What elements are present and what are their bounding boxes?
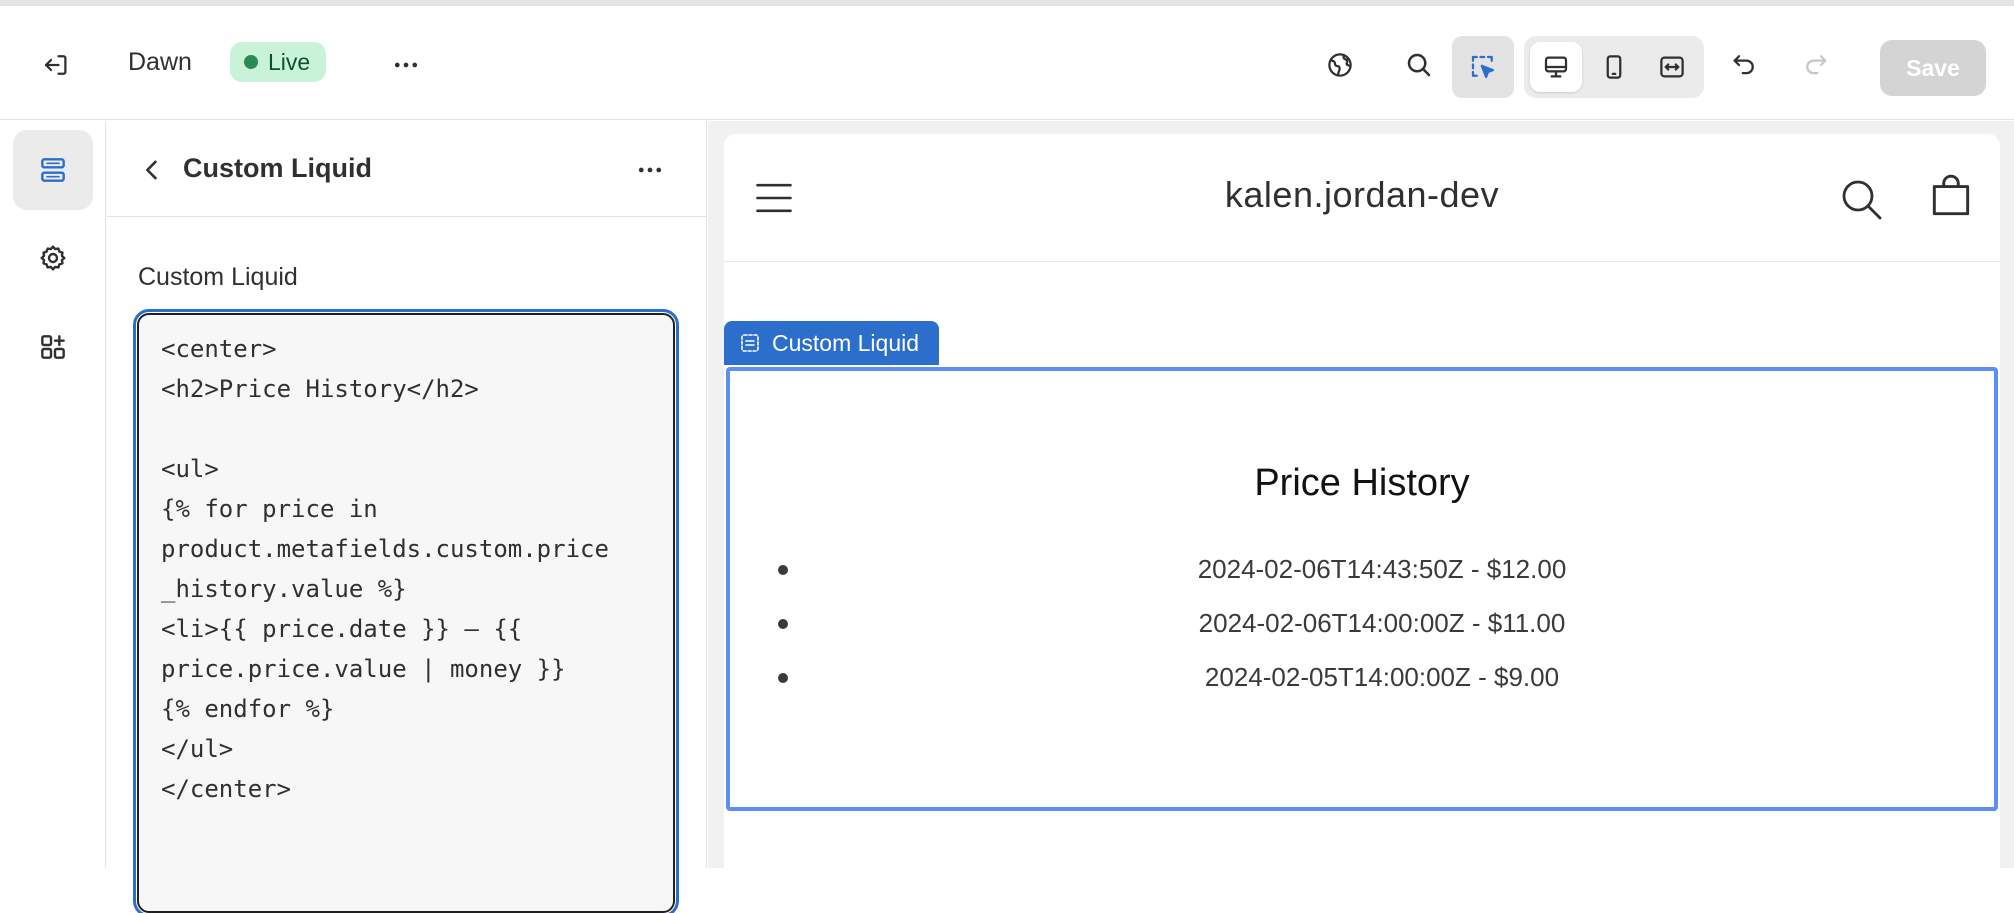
rail-apps-button[interactable] [13,307,93,387]
custom-liquid-code-editor[interactable]: <center> <h2>Price History</h2> <ul> {% … [133,309,679,913]
selected-section-tag-label: Custom Liquid [772,329,920,356]
undo-icon [1733,55,1754,75]
list-item-text: 2024-02-06T14:00:00Z - $11.00 [1198,608,1566,638]
store-search-icon[interactable] [1838,176,1886,224]
code-editor-content[interactable]: <center> <h2>Price History</h2> <ul> {% … [161,329,661,809]
section-icon [741,334,759,352]
search-button[interactable] [1391,37,1447,93]
desktop-view-button[interactable] [1530,42,1582,92]
list-item: 2024-02-06T14:00:00Z - $11.00 [726,604,1998,644]
mobile-view-button[interactable] [1588,42,1640,92]
desktop-icon [1544,56,1568,78]
language-button[interactable] [1312,37,1368,93]
more-horizontal-icon [638,167,662,173]
save-button[interactable]: Save [1880,40,1986,96]
mobile-icon [1606,55,1622,79]
list-item: 2024-02-06T14:43:50Z - $12.00 [726,550,1998,590]
cart-icon[interactable] [1926,172,1976,222]
custom-liquid-field-label: Custom Liquid [138,263,298,291]
exit-icon [44,55,67,75]
more-horizontal-icon [394,62,418,68]
search-icon [1407,53,1431,77]
fullscreen-view-button[interactable] [1646,42,1698,92]
list-item: 2024-02-05T14:00:00Z - $9.00 [726,658,1998,698]
redo-button[interactable] [1788,37,1844,93]
apps-icon [41,335,65,359]
undo-button[interactable] [1716,37,1772,93]
chevron-left-icon [146,160,157,180]
status-badge-label: Live [268,48,311,75]
theme-name: Dawn [128,48,192,76]
left-rail [0,121,106,868]
list-item-text: 2024-02-05T14:00:00Z - $9.00 [1204,662,1560,692]
top-bar: Dawn Live Save [0,6,2014,120]
store-name[interactable]: kalen.jordan-dev [1000,174,1724,216]
price-history-heading: Price History [1254,462,1470,504]
theme-more-actions-button[interactable] [378,37,434,93]
rail-sections-button[interactable] [13,130,93,210]
bullet-icon [778,619,788,629]
live-dot-icon [244,55,258,69]
panel-title: Custom Liquid [183,153,372,183]
redo-icon [1806,55,1827,75]
settings-icon [40,245,66,271]
select-cursor-icon [1471,55,1495,79]
list-item-text: 2024-02-06T14:43:50Z - $12.00 [1197,554,1567,584]
fullscreen-icon [1660,56,1684,78]
bullet-icon [778,565,788,575]
rail-settings-button[interactable] [13,218,93,298]
menu-icon[interactable] [752,176,796,220]
exit-button[interactable] [28,37,84,93]
bullet-icon [778,673,788,683]
panel-header: Custom Liquid [107,121,707,217]
back-button[interactable] [127,145,177,195]
status-badge: Live [230,42,327,82]
section-settings-panel: Custom Liquid Custom Liquid <center> <h2… [107,121,707,913]
inspector-button[interactable] [1452,36,1514,98]
panel-more-actions-button[interactable] [625,145,675,195]
sections-icon [41,158,65,182]
globe-icon [1328,53,1352,77]
selected-section-tag[interactable]: Custom Liquid [724,321,940,365]
